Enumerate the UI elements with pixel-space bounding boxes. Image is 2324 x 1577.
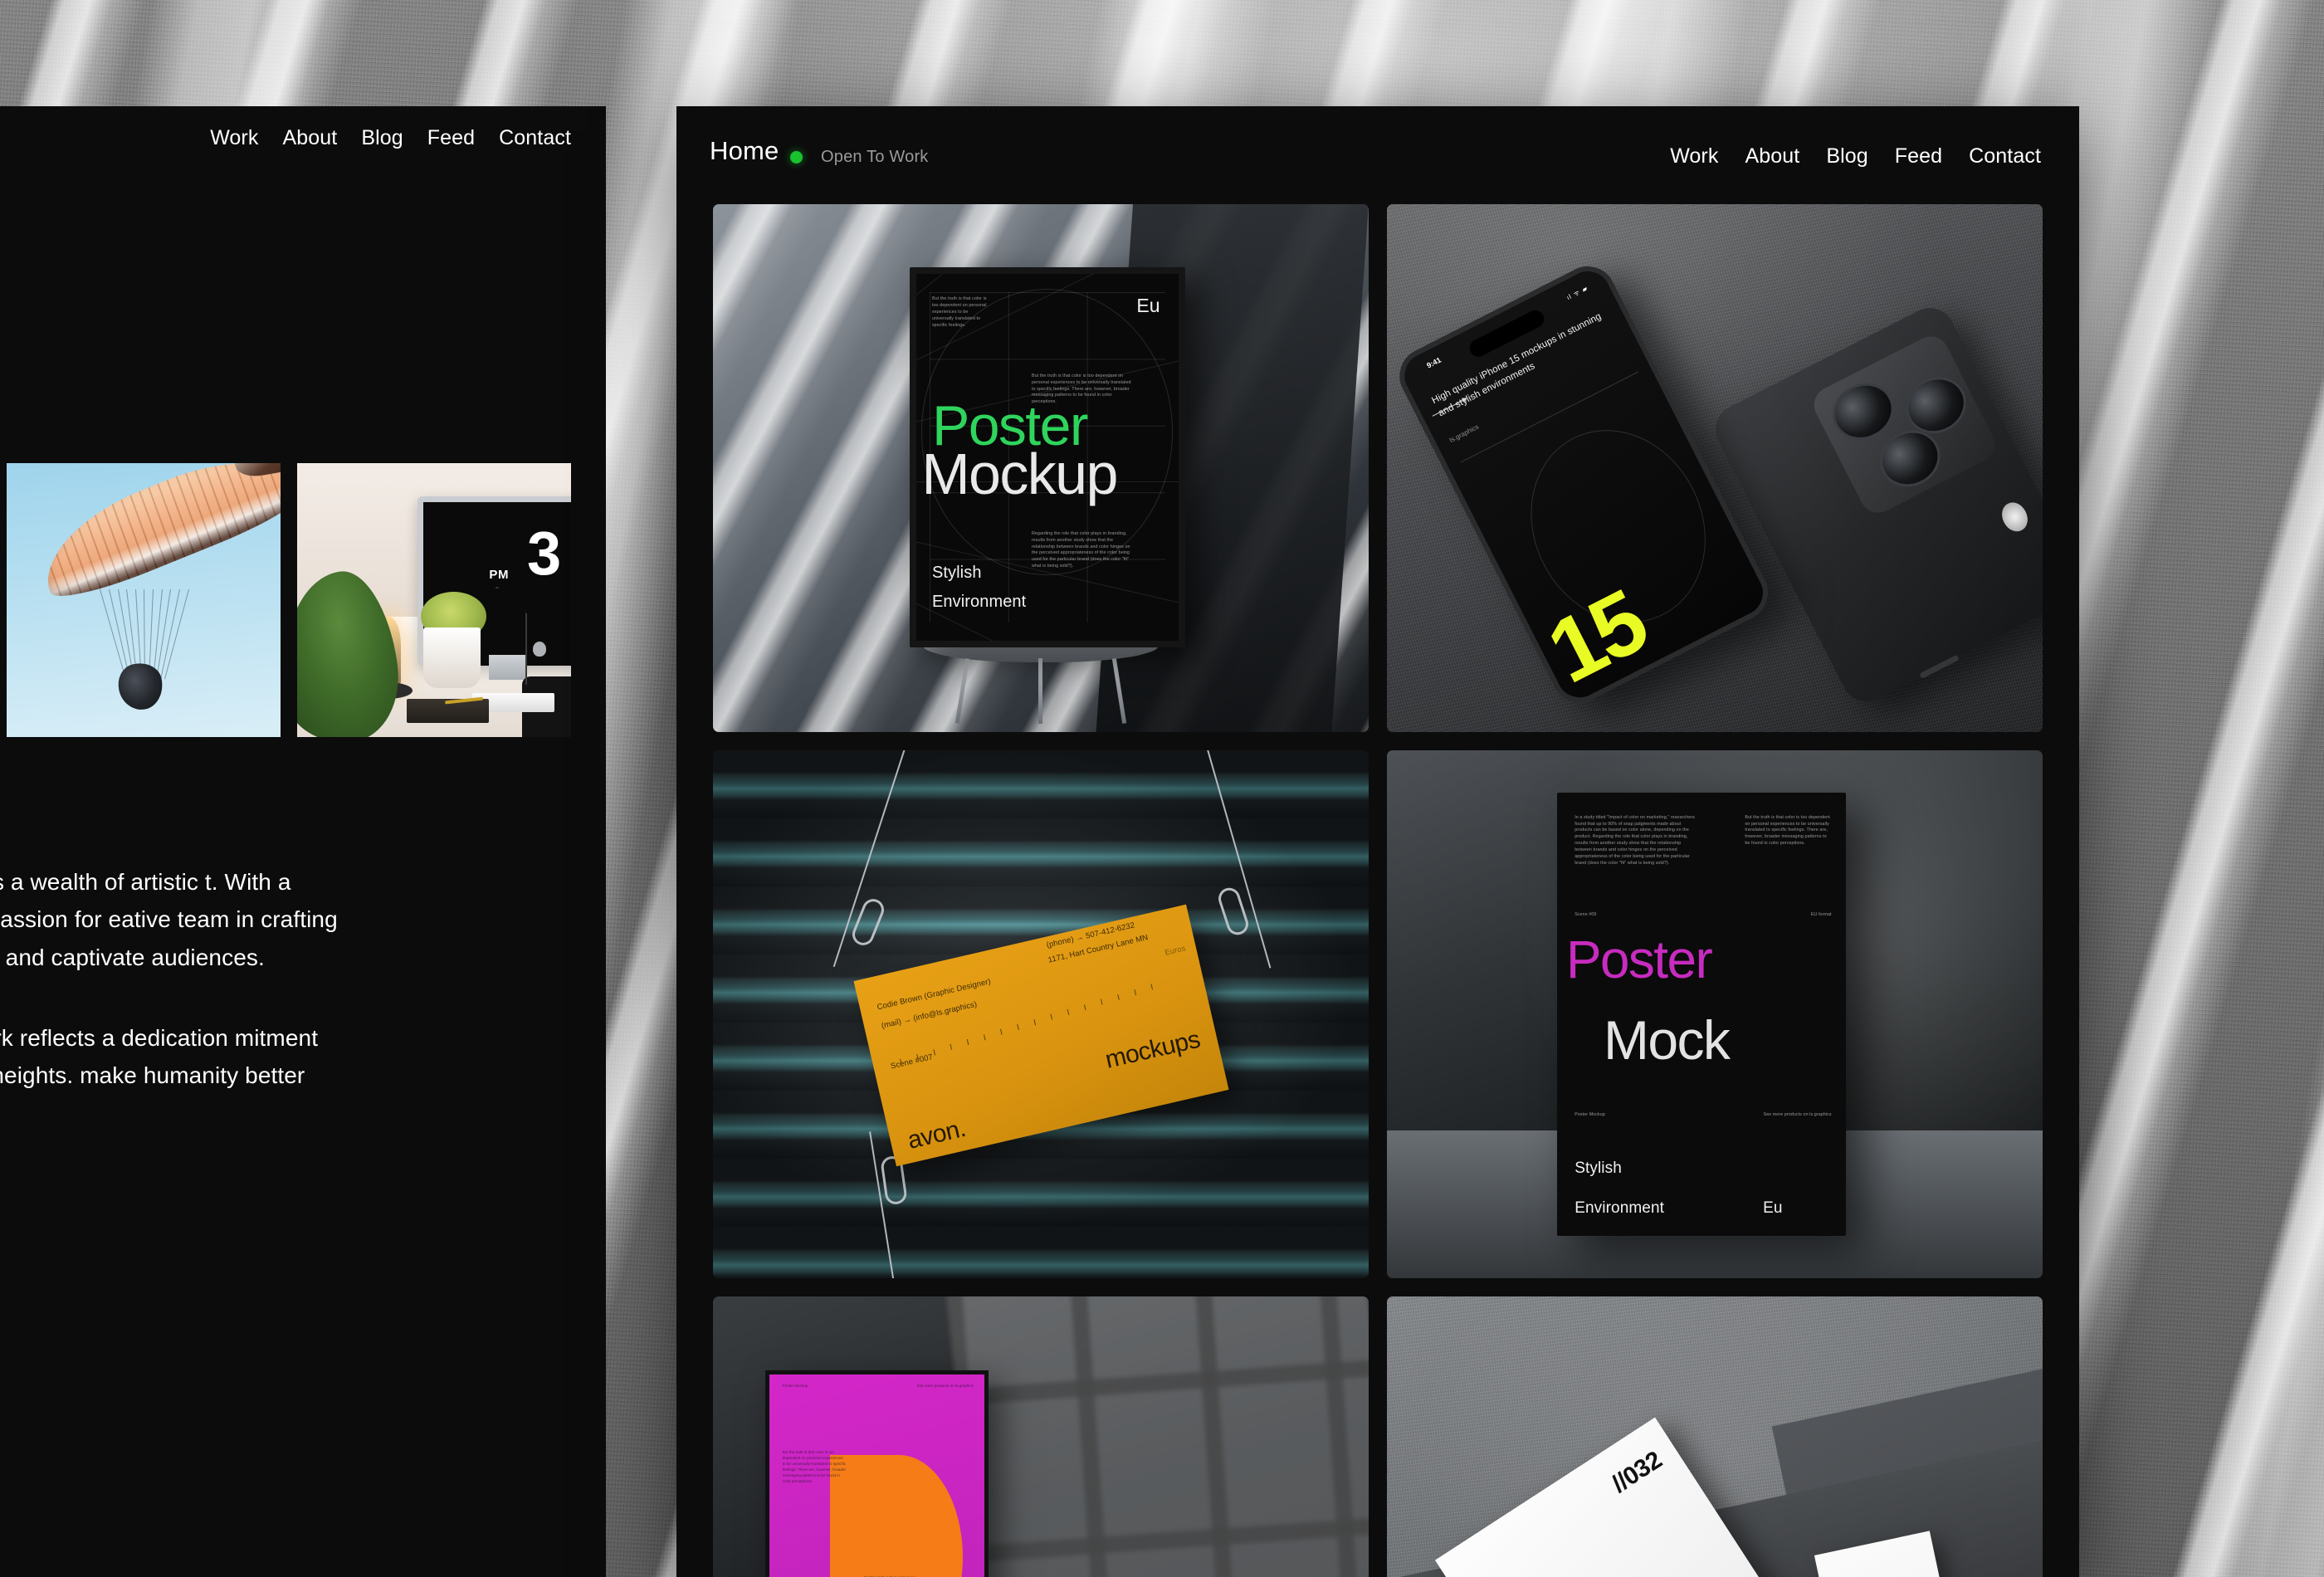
left-nav-item-feed[interactable]: Feed [427, 126, 475, 150]
nav-item-about[interactable]: About [1745, 144, 1799, 168]
iphone-back [1706, 300, 2043, 710]
desk-photo[interactable]: PM 3 [297, 463, 571, 737]
bundle-number: //032 [1607, 1446, 1667, 1498]
poster2-footer-right: Eu [1763, 1199, 1783, 1217]
poster2-credit-left: Poster Mockup [1575, 1111, 1605, 1117]
bizcard-corner: Euros [1163, 944, 1187, 958]
bio-paragraph-2: g diverse industries, my work reflects a… [0, 1025, 319, 1089]
paper-clip-icon [1215, 885, 1252, 938]
imac-hour: 3 [526, 519, 561, 588]
poster1-eyebrow: Eu [1136, 294, 1160, 316]
status-badge: Open To Work [821, 148, 929, 166]
nav-item-contact[interactable]: Contact [1969, 144, 2041, 168]
poster1-title-line-2: Mockup [921, 442, 1118, 506]
poster2-footer-line-2: Environment [1575, 1199, 1664, 1217]
poster-artwork-magenta: In a study titled "Impact of color on ma… [1557, 792, 1846, 1237]
ouzen-meta-right: See more products on ls.graphics [916, 1383, 974, 1388]
main-nav: Work About Blog Feed Contact [1670, 144, 2041, 168]
work-grid: But the truth is that color is too depen… [713, 204, 2043, 1577]
iphone-status-time: 9:41 [1425, 355, 1443, 370]
poster2-meta-right: EU format [1810, 912, 1832, 918]
left-nav-item-work[interactable]: Work [210, 126, 258, 150]
ouzen-poster: Poster Mockup See more products on ls.gr… [765, 1370, 989, 1577]
poster2-title-line-1: Poster [1565, 929, 1713, 989]
left-panel-image-row: PM 3 [7, 463, 571, 737]
poster1-body-top: But the truth is that color is too depen… [931, 295, 987, 328]
poster1-footer-line-1: Stylish [931, 563, 982, 582]
nav-item-work[interactable]: Work [1670, 144, 1718, 168]
bio-paragraph-1: rector at Overboard. I brings a wealth o… [0, 869, 338, 970]
left-nav-item-blog[interactable]: Blog [361, 126, 403, 150]
business-card: Codie Brown (Graphic Designer) (mail) → … [853, 904, 1228, 1167]
home-link[interactable]: Home [710, 136, 779, 166]
bio-text-block: rector at Overboard. I brings a wealth o… [0, 863, 342, 1132]
iphone-front: 9:41 ıl ᯤ ▰ High quality iPhone 15 mocku… [1389, 256, 1778, 712]
left-nav-item-contact[interactable]: Contact [499, 126, 571, 150]
nav-item-feed[interactable]: Feed [1895, 144, 1942, 168]
status-dot-icon [790, 151, 803, 164]
main-header: Home Open To Work Work About Blog Feed C… [676, 106, 2079, 204]
nav-item-blog[interactable]: Blog [1826, 144, 1868, 168]
imac-meridiem: PM [489, 567, 510, 582]
poster1-body-low: Regarding the role that color plays in b… [1031, 530, 1130, 569]
work-card-poster-mock-magenta[interactable]: In a study titled "Impact of color on ma… [1387, 750, 2043, 1278]
poster2-body-left: In a study titled "Impact of color on ma… [1575, 814, 1695, 867]
ouzen-body-left: But the truth is that color is too depen… [782, 1450, 847, 1483]
poster2-footer-line-1: Stylish [1575, 1159, 1622, 1177]
paraglider-photo[interactable] [7, 463, 281, 737]
poster2-credit-right: See more products on ls.graphics [1763, 1111, 1832, 1117]
work-card-poster-mockup[interactable]: But the truth is that color is too depen… [713, 204, 1369, 732]
work-card-iphone-mockup[interactable]: 9:41 ıl ᯤ ▰ High quality iPhone 15 mocku… [1387, 204, 2043, 732]
apple-logo-icon [533, 641, 547, 657]
left-page-panel: Work About Blog Feed Contact PM 3 a weal… [0, 106, 606, 1577]
main-page-panel: Home Open To Work Work About Blog Feed C… [676, 106, 2079, 1577]
iphone-brand: ls.graphics [1448, 422, 1481, 445]
poster2-title-line-2: Mock [1604, 1008, 1731, 1071]
iphone-status-icons: ıl ᯤ ▰ [1565, 283, 1589, 301]
work-card-ouzen-poster[interactable]: Poster Mockup See more products on ls.gr… [713, 1296, 1369, 1577]
bizcard-wordmark-left: avon. [904, 1114, 968, 1155]
work-card-business-card-mockup[interactable]: Codie Brown (Graphic Designer) (mail) → … [713, 750, 1369, 1278]
work-card-stationery-bundle[interactable]: //032 #MOKAN #BRANDING #STATIONERY MØCKU… [1387, 1296, 2043, 1577]
left-nav-item-about[interactable]: About [282, 126, 337, 150]
left-panel-nav: Work About Blog Feed Contact [210, 126, 571, 150]
poster2-body-right: But the truth is that color is too depen… [1745, 814, 1830, 847]
poster-artwork: But the truth is that color is too depen… [910, 267, 1185, 648]
window-shadow [945, 1296, 1369, 1577]
ouzen-meta-left: Poster Mockup [782, 1383, 808, 1388]
poster2-meta-left: Scene #09 [1575, 912, 1597, 918]
poster1-footer-line-2: Environment [931, 592, 1027, 611]
